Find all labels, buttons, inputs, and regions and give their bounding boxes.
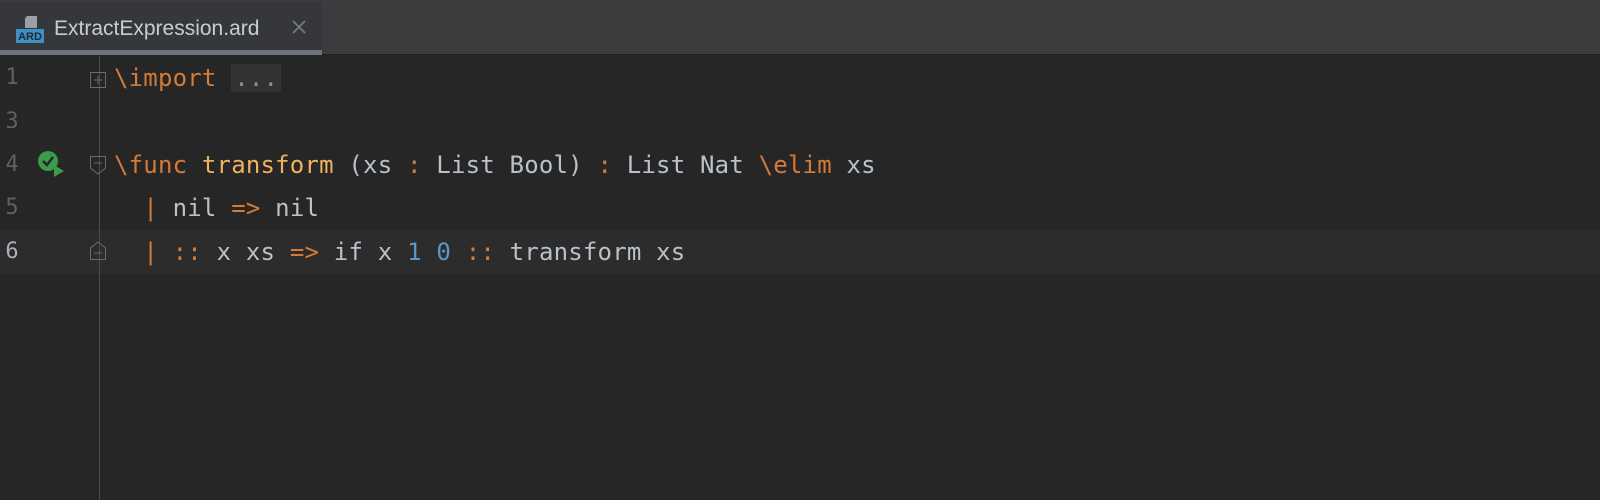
fold-expand-icon[interactable]: [89, 69, 107, 91]
code-token: \func: [114, 151, 188, 179]
code-token: transform: [201, 151, 334, 179]
code-token: 1: [407, 238, 422, 266]
code-text: | :: x xs => if x 1 0 :: transform xs: [114, 238, 685, 266]
code-token: x xs: [201, 238, 290, 266]
code-token: =>: [289, 238, 320, 266]
code-token: 0: [436, 238, 452, 266]
editor-tab-bar: ARD ExtractExpression.ard: [0, 0, 1600, 55]
active-tab-indicator: [0, 50, 322, 55]
code-token: nil: [157, 194, 232, 222]
code-token: :: [597, 151, 613, 179]
code-token: nil: [260, 194, 320, 222]
code-token: if x: [319, 238, 408, 266]
code-token: ::: [465, 238, 495, 266]
code-text: \func transform (xs : List Bool) : List …: [114, 151, 876, 179]
code-line[interactable]: 5 | nil => nil: [0, 186, 1600, 230]
code-line[interactable]: 3: [0, 100, 1600, 144]
line-number: 5: [5, 195, 19, 220]
code-token: |: [143, 238, 158, 266]
code-text: \import ...: [114, 64, 282, 92]
line-number: 4: [5, 152, 19, 177]
fold-collapse-icon[interactable]: [89, 154, 107, 176]
code-token: (xs: [333, 151, 407, 179]
code-token: |: [143, 194, 158, 222]
line-number: 3: [5, 109, 19, 134]
run-check-icon[interactable]: [36, 149, 68, 181]
code-token: \import: [114, 64, 217, 92]
file-icon-label: ARD: [18, 31, 42, 43]
code-token: :: [407, 151, 422, 179]
code-line[interactable]: 4 \func transform (xs : List Bool) : Lis…: [0, 143, 1600, 187]
code-text: | nil => nil: [114, 194, 319, 222]
tab-extractexpression[interactable]: ARD ExtractExpression.ard: [0, 2, 322, 55]
code-token: transform xs: [495, 238, 686, 266]
code-token: List Nat: [612, 151, 759, 179]
tab-title: ExtractExpression.ard: [54, 17, 260, 40]
code-token: \elim: [758, 151, 832, 179]
close-icon[interactable]: [288, 16, 310, 38]
line-number: 1: [5, 65, 19, 90]
line-number: 6: [5, 239, 19, 264]
code-token: xs: [831, 151, 876, 179]
fold-end-icon[interactable]: [89, 240, 107, 262]
code-token: ::: [172, 238, 202, 266]
code-token: =>: [231, 194, 261, 222]
code-token: List Bool): [421, 151, 598, 179]
code-line[interactable]: 1 \import ...: [0, 56, 1600, 100]
ard-file-icon: ARD: [16, 16, 44, 43]
folded-region[interactable]: ...: [231, 64, 282, 92]
code-line-current[interactable]: 6 | :: x xs => if x 1 0 :: transform xs: [0, 230, 1600, 274]
